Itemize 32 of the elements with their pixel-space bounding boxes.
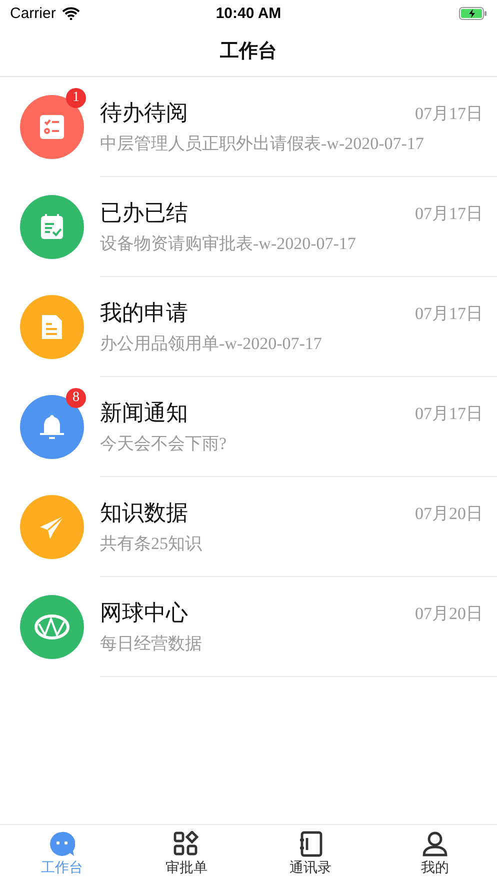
item-date: 07月20日	[415, 602, 483, 624]
tab-item[interactable]: 审批单	[124, 825, 248, 883]
item-date: 07月17日	[415, 202, 483, 224]
item-subtitle: 设备物资请购审批表-w-2020-07-17	[100, 233, 357, 255]
list-item[interactable]: 已办已结 07月17日 设备物资请购审批表-w-2020-07-17	[0, 177, 497, 277]
list-item[interactable]: 网球中心 07月20日 每日经营数据	[0, 577, 497, 677]
list-item[interactable]: 知识数据 07月20日 共有条25知识	[0, 477, 497, 577]
carrier-label: Carrier	[10, 4, 56, 22]
count-badge: 8	[66, 388, 86, 408]
list-item[interactable]: 1 待办待阅 07月17日 中层管理人员正职外出请假表-w-2020-07-17	[0, 77, 497, 177]
page-title: 工作台	[220, 39, 277, 64]
list-item[interactable]: 我的申请 07月17日 办公用品领用单-w-2020-07-17	[0, 277, 497, 377]
item-subtitle: 共有条25知识	[100, 533, 203, 555]
item-title: 新闻通知	[100, 400, 188, 428]
item-date: 07月17日	[415, 402, 483, 424]
item-subtitle: 今天会不会下雨?	[100, 433, 228, 455]
item-date: 07月17日	[415, 102, 483, 124]
tab-item[interactable]: 我的	[372, 825, 497, 883]
item-title: 已办已结	[100, 200, 188, 228]
item-title: 网球中心	[100, 600, 188, 628]
list-item[interactable]: 8 新闻通知 07月17日 今天会不会下雨?	[0, 377, 497, 477]
clock-time: 10:40 AM	[216, 4, 282, 22]
count-badge: 1	[66, 88, 86, 108]
item-title: 我的申请	[100, 300, 188, 328]
item-subtitle: 办公用品领用单-w-2020-07-17	[100, 333, 323, 355]
item-subtitle: 中层管理人员正职外出请假表-w-2020-07-17	[100, 133, 425, 155]
item-title: 待办待阅	[100, 100, 188, 128]
item-date: 07月17日	[415, 302, 483, 324]
item-date: 07月20日	[415, 502, 483, 524]
tab-item[interactable]: 通讯录	[248, 825, 373, 883]
item-title: 知识数据	[100, 500, 188, 528]
item-subtitle: 每日经营数据	[100, 633, 203, 655]
